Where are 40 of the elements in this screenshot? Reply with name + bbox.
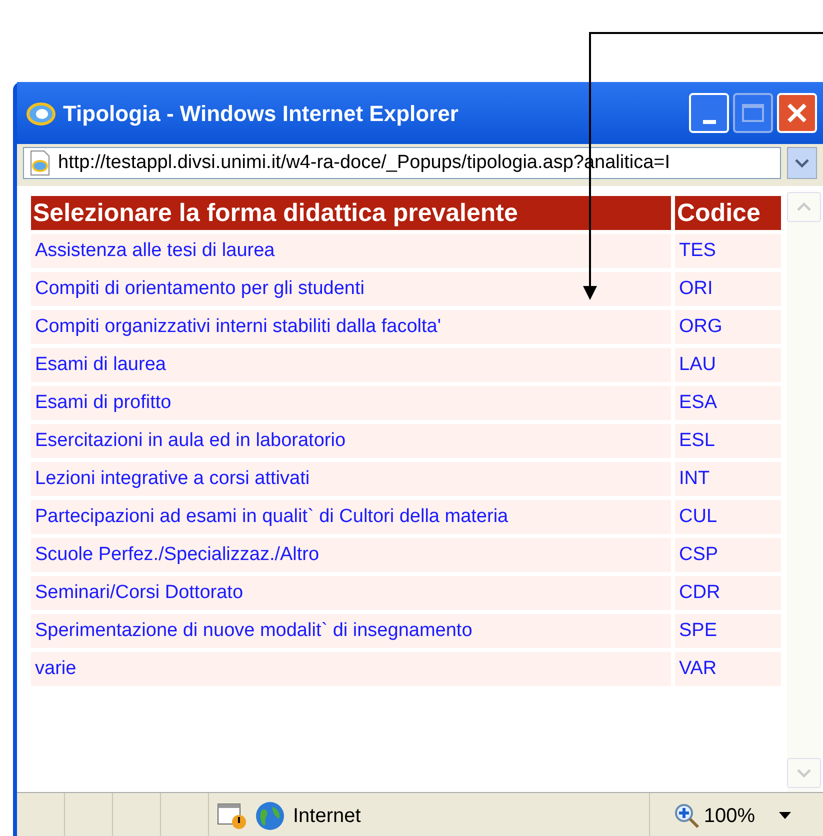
table-cell[interactable]: ESA — [675, 386, 781, 420]
table-cell[interactable]: LAU — [675, 348, 781, 382]
table-cell[interactable]: Lezioni integrative a corsi attivati — [31, 462, 671, 496]
table-cell[interactable]: CDR — [675, 576, 781, 610]
dropdown-button[interactable] — [787, 147, 817, 179]
table-cell[interactable]: SPE — [675, 614, 781, 648]
close-icon — [786, 102, 808, 124]
table-cell[interactable]: ORG — [675, 310, 781, 344]
window-title: Tipologia - Windows Internet Explorer — [63, 100, 458, 128]
table-cell[interactable]: ORI — [675, 272, 781, 306]
table-cell[interactable]: ESL — [675, 424, 781, 458]
table-cell[interactable]: Scuole Perfez./Specializzaz./Altro — [31, 538, 671, 572]
blocked-popup-icon — [217, 802, 247, 830]
page-icon — [28, 150, 52, 176]
table-cell[interactable]: Compiti di orientamento per gli studenti — [31, 272, 671, 306]
minimize-button[interactable] — [689, 93, 729, 133]
table-cell[interactable]: CSP — [675, 538, 781, 572]
caret-icon[interactable] — [779, 812, 791, 820]
table-cell[interactable]: Sperimentazione di nuove modalit` di insegnamento — [31, 614, 671, 648]
table-cell[interactable]: Seminari/Corsi Dottorato — [31, 576, 671, 610]
table-cell[interactable]: INT — [675, 462, 781, 496]
zone-label: Internet — [293, 804, 361, 828]
table-cell[interactable]: Esami di profitto — [31, 386, 671, 420]
table-cell[interactable]: Esami di laurea — [31, 348, 671, 382]
table-cell[interactable]: TES — [675, 234, 781, 268]
chevron-down-icon — [794, 158, 810, 168]
column-header: Selezionare la forma didattica prevalente — [31, 196, 671, 230]
column-header: Codice — [675, 196, 781, 230]
zoom-icon — [674, 802, 700, 828]
table-cell[interactable]: Compiti organizzativi interni stabiliti dalla facolta' — [31, 310, 671, 344]
table-cell[interactable]: VAR — [675, 652, 781, 686]
table-cell[interactable]: Esercitazioni in aula ed in laboratorio — [31, 424, 671, 458]
maximize-button[interactable] — [733, 93, 773, 133]
table-cell[interactable]: varie — [31, 652, 671, 686]
zoom-level[interactable]: 100% — [704, 800, 755, 830]
table-cell[interactable]: Partecipazioni ad esami in qualit` di Cultori della materia — [31, 500, 671, 534]
globe-icon — [255, 800, 285, 830]
table-cell[interactable]: CUL — [675, 500, 781, 534]
table-cell[interactable]: Assistenza alle tesi di laurea — [31, 234, 671, 268]
close-button[interactable] — [777, 93, 817, 133]
